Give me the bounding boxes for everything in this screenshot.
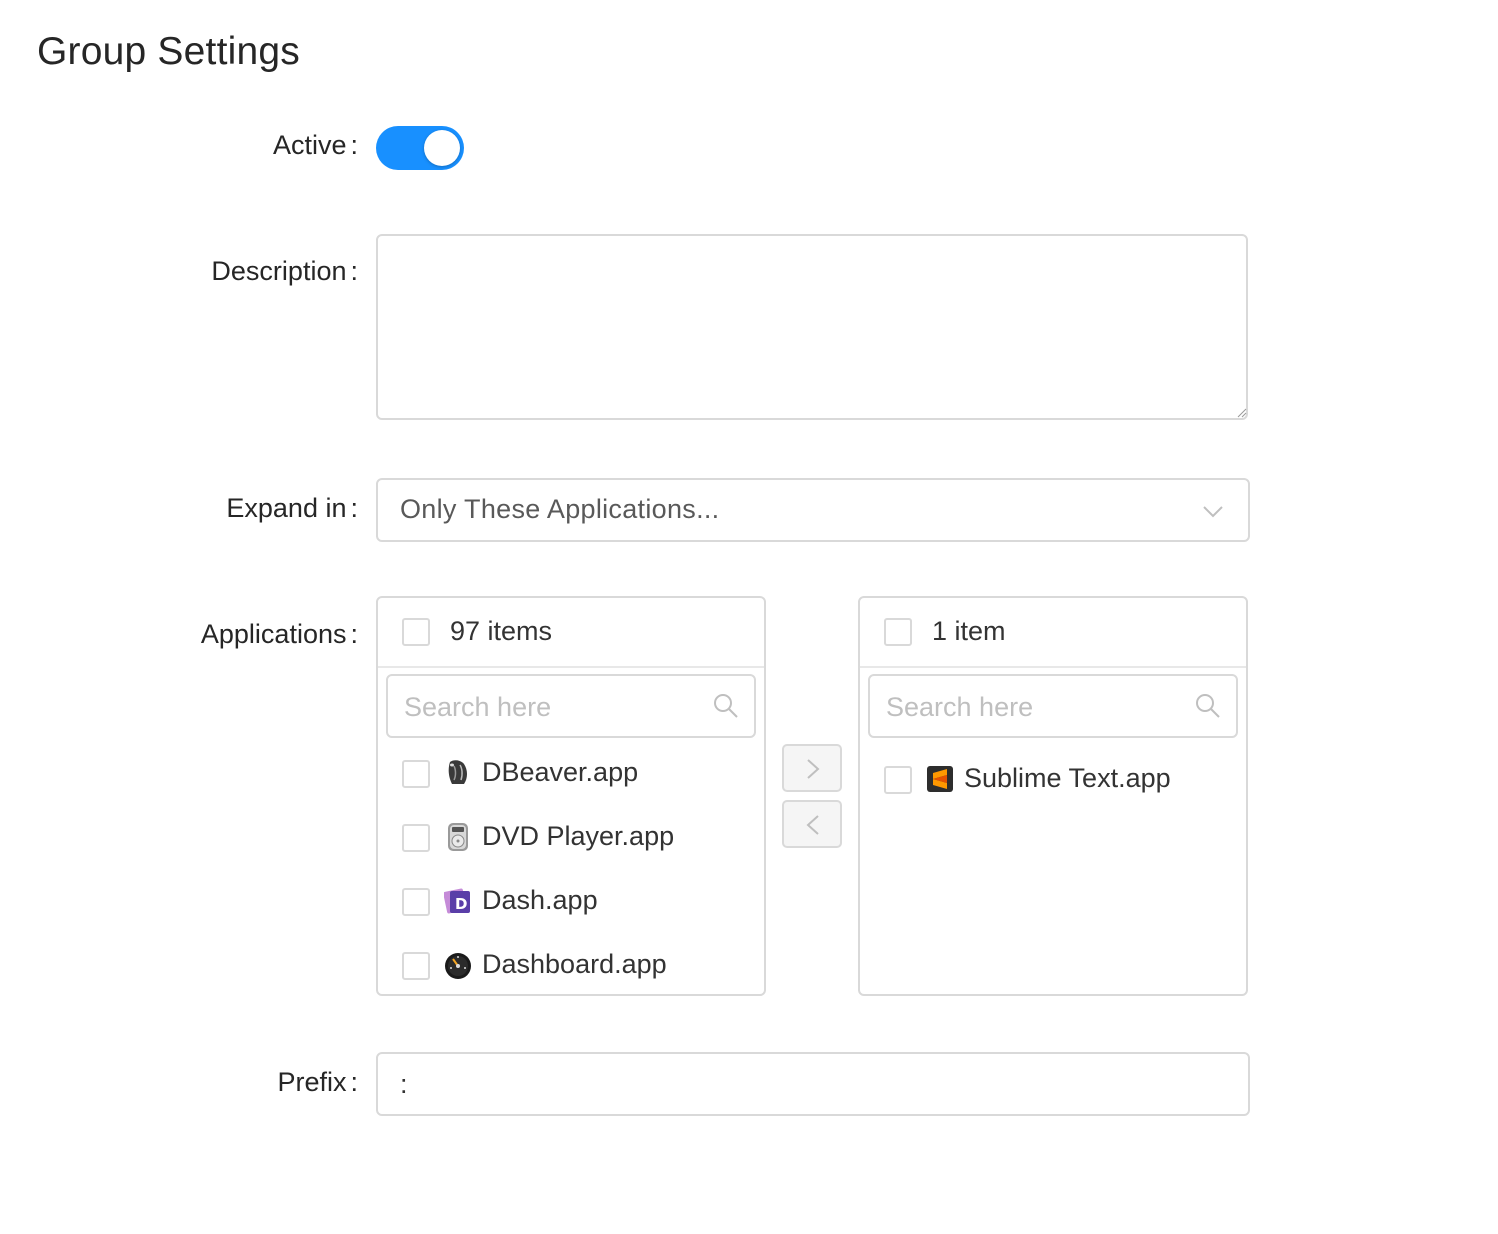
sublime-text-icon bbox=[927, 766, 953, 792]
move-right-button[interactable] bbox=[782, 744, 842, 792]
chevron-down-icon bbox=[1203, 506, 1223, 518]
applications-label: Applications: bbox=[200, 619, 358, 649]
dvd-player-icon bbox=[448, 823, 468, 851]
dbeaver-icon bbox=[448, 760, 467, 784]
active-toggle[interactable] bbox=[376, 126, 464, 170]
expand-in-select[interactable]: Only These Applications... bbox=[376, 478, 1250, 542]
item-name: Sublime Text.app bbox=[964, 763, 1171, 793]
source-list-header: 97 items bbox=[378, 598, 764, 668]
chevron-left-icon bbox=[806, 815, 819, 835]
page-title: Group Settings bbox=[37, 30, 300, 73]
item-name: Dashboard.app bbox=[482, 949, 667, 979]
description-textarea[interactable] bbox=[376, 234, 1248, 420]
target-search-input[interactable] bbox=[884, 686, 1188, 728]
search-icon bbox=[1196, 694, 1220, 718]
target-list-panel: 1 item Sublime Text.app bbox=[858, 596, 1248, 996]
list-item[interactable]: Sublime Text.app bbox=[860, 752, 1246, 808]
prefix-input[interactable] bbox=[376, 1052, 1250, 1116]
target-select-all-checkbox[interactable] bbox=[884, 618, 912, 646]
target-item-count: 1 item bbox=[932, 616, 1006, 646]
target-search-box bbox=[868, 674, 1238, 738]
list-item[interactable]: D Dash.app bbox=[378, 874, 764, 930]
item-checkbox[interactable] bbox=[884, 766, 912, 794]
dashboard-icon bbox=[445, 953, 471, 979]
expand-in-selected-value: Only These Applications... bbox=[400, 494, 720, 524]
item-checkbox[interactable] bbox=[402, 824, 430, 852]
chevron-right-icon bbox=[807, 759, 820, 779]
source-item-count: 97 items bbox=[450, 616, 553, 646]
list-item[interactable]: DBeaver.app bbox=[378, 746, 764, 802]
source-search-input[interactable] bbox=[402, 686, 706, 728]
prefix-label: Prefix: bbox=[277, 1067, 358, 1097]
source-list-panel: 97 items DBeaver.app DVD Player.app bbox=[376, 596, 766, 996]
search-icon bbox=[714, 694, 738, 718]
expand-in-label: Expand in: bbox=[226, 493, 358, 523]
list-item[interactable]: Dashboard.app bbox=[378, 938, 764, 994]
active-label: Active: bbox=[272, 130, 358, 160]
move-left-button[interactable] bbox=[782, 800, 842, 848]
item-name: DBeaver.app bbox=[482, 757, 639, 787]
item-checkbox[interactable] bbox=[402, 952, 430, 980]
source-select-all-checkbox[interactable] bbox=[402, 618, 430, 646]
item-checkbox[interactable] bbox=[402, 760, 430, 788]
list-item[interactable]: DVD Player.app bbox=[378, 810, 764, 866]
target-list-header: 1 item bbox=[860, 598, 1246, 668]
item-name: DVD Player.app bbox=[482, 821, 675, 851]
source-search-box bbox=[386, 674, 756, 738]
item-name: Dash.app bbox=[482, 885, 598, 915]
toggle-knob bbox=[424, 130, 460, 166]
dash-icon: D bbox=[444, 888, 470, 914]
svg-text:D: D bbox=[455, 895, 467, 913]
resize-grip-icon[interactable] bbox=[1237, 408, 1247, 418]
item-checkbox[interactable] bbox=[402, 888, 430, 916]
description-label: Description: bbox=[211, 256, 358, 286]
